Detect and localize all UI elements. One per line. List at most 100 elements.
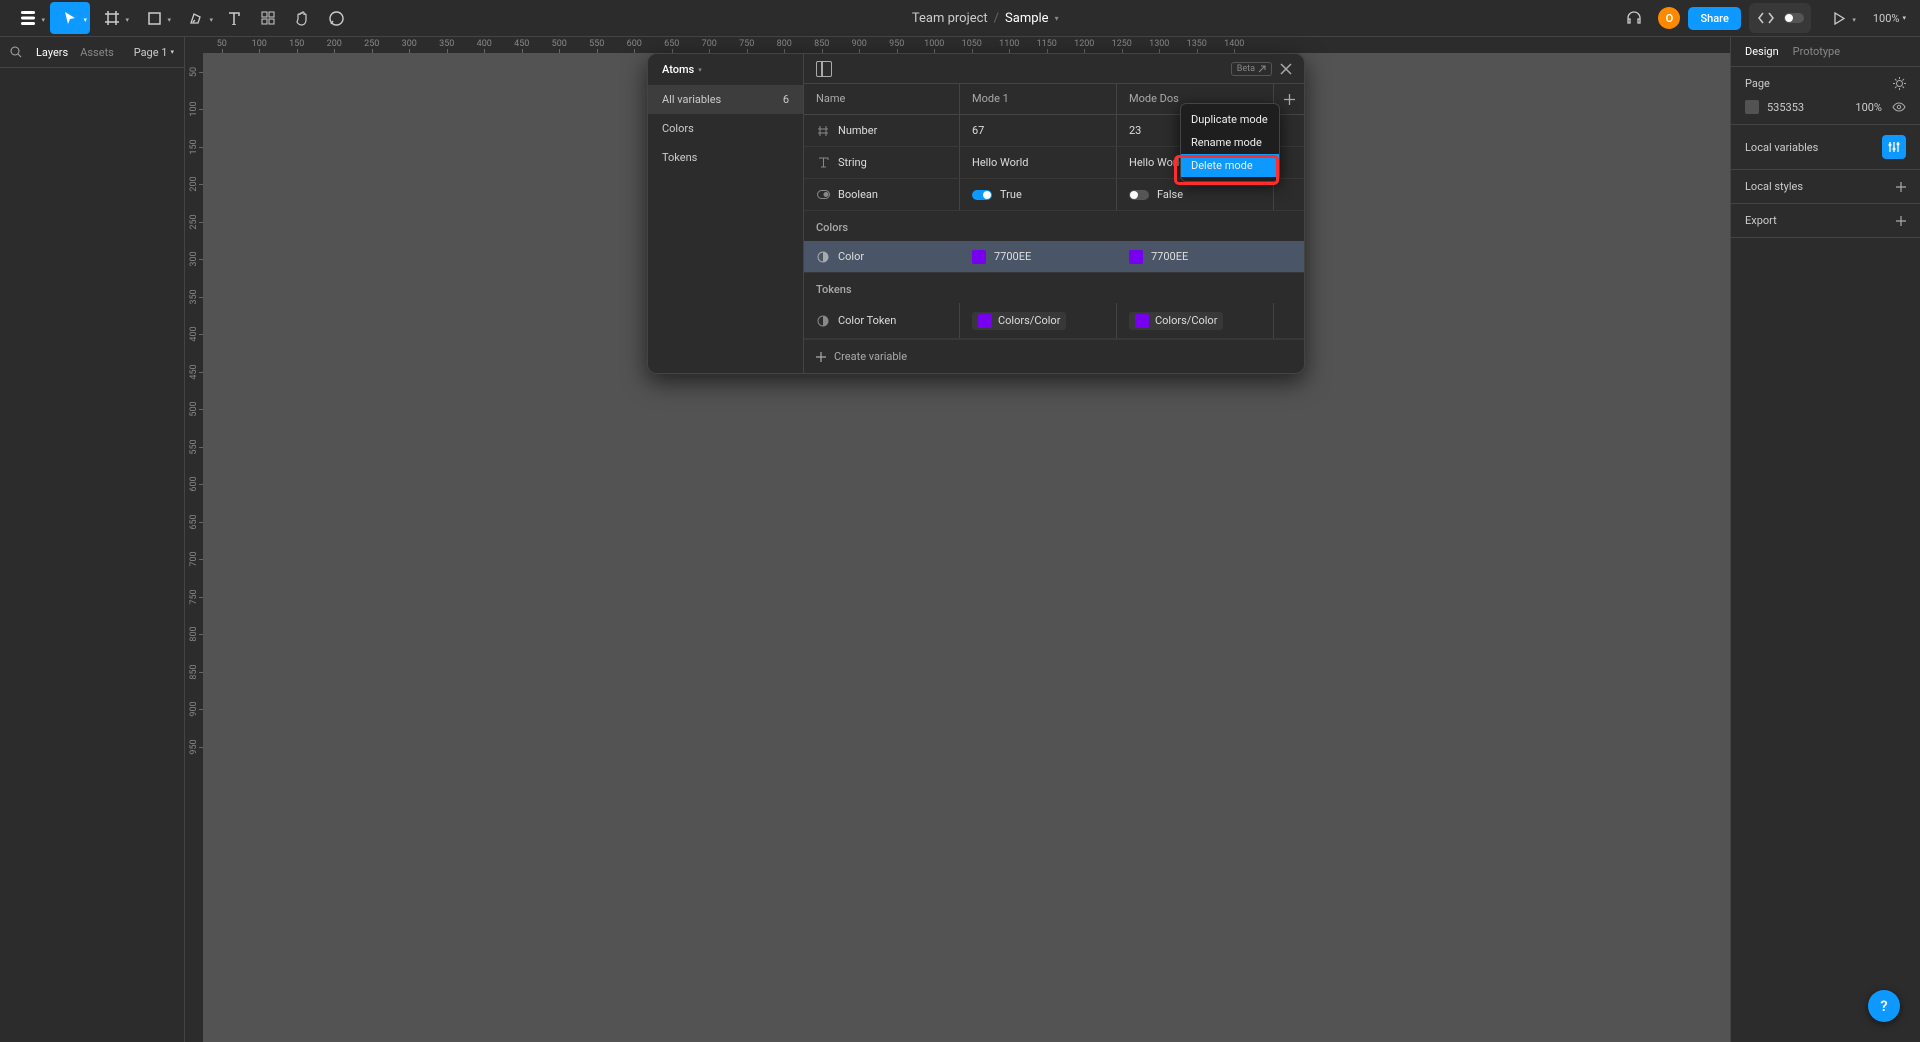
cell-value[interactable]: 67 bbox=[960, 115, 1117, 146]
pen-tool-button[interactable]: ▾ bbox=[176, 2, 216, 34]
tab-prototype[interactable]: Prototype bbox=[1793, 45, 1840, 58]
ruler-tick: 550 bbox=[578, 37, 616, 53]
group-header-colors: Colors bbox=[804, 211, 1304, 241]
help-button[interactable]: ? bbox=[1868, 990, 1900, 1022]
ruler-tick: 850 bbox=[803, 37, 841, 53]
resources-button[interactable] bbox=[252, 2, 284, 34]
color-swatch bbox=[1129, 250, 1143, 264]
section-title: Export bbox=[1745, 214, 1777, 227]
dev-mode-toggle[interactable] bbox=[1780, 6, 1808, 30]
create-variable-button[interactable]: Create variable bbox=[804, 340, 1304, 373]
ruler-tick: 150 bbox=[185, 128, 203, 166]
tab-layers[interactable]: Layers bbox=[36, 46, 68, 59]
variables-sidebar: Atoms ▾ All variables 6 Colors Tokens bbox=[648, 54, 804, 373]
tab-design[interactable]: Design bbox=[1745, 45, 1779, 58]
ruler-tick: 450 bbox=[185, 353, 203, 391]
present-button[interactable]: ▾ bbox=[1819, 2, 1859, 34]
color-type-icon bbox=[816, 251, 830, 263]
dev-mode-button[interactable] bbox=[1752, 6, 1780, 30]
chevron-down-icon: ▾ bbox=[209, 16, 213, 24]
ruler-tick: 250 bbox=[353, 37, 391, 53]
beta-badge[interactable]: Beta bbox=[1231, 62, 1272, 76]
horizontal-ruler: 5010015020025030035040045050055060065070… bbox=[203, 37, 1730, 53]
open-variables-button[interactable] bbox=[1882, 135, 1906, 159]
hand-icon bbox=[295, 11, 309, 26]
ruler-tick: 800 bbox=[766, 37, 804, 53]
chevron-down-icon: ▾ bbox=[1902, 14, 1906, 22]
ruler-tick: 500 bbox=[185, 391, 203, 429]
resources-icon bbox=[261, 11, 275, 25]
section-title: Page bbox=[1745, 77, 1770, 90]
add-export-button[interactable] bbox=[1896, 216, 1906, 226]
text-tool-button[interactable] bbox=[218, 2, 250, 34]
cell-value[interactable]: 7700EE bbox=[960, 241, 1117, 272]
hand-tool-button[interactable] bbox=[286, 2, 318, 34]
ruler-tick: 100 bbox=[185, 91, 203, 129]
variable-name: Color Token bbox=[838, 314, 896, 327]
close-button[interactable] bbox=[1280, 63, 1292, 75]
variable-row-color-token[interactable]: Color Token Colors/Color Colors/Color bbox=[804, 303, 1304, 339]
number-type-icon bbox=[816, 125, 830, 137]
share-button[interactable]: Share bbox=[1688, 7, 1740, 30]
section-title: Local styles bbox=[1745, 180, 1803, 193]
sidebar-item-tokens[interactable]: Tokens bbox=[648, 143, 803, 172]
user-avatar[interactable]: O bbox=[1658, 7, 1680, 29]
beta-label: Beta bbox=[1237, 64, 1255, 74]
section-local-variables: Local variables bbox=[1731, 125, 1920, 170]
ruler-tick: 100 bbox=[241, 37, 279, 53]
cell-value[interactable]: False bbox=[1117, 179, 1274, 210]
cell-value[interactable]: Colors/Color bbox=[1117, 303, 1274, 338]
sidebar-item-colors[interactable]: Colors bbox=[648, 114, 803, 143]
close-icon bbox=[1280, 63, 1292, 75]
comment-tool-button[interactable] bbox=[320, 2, 352, 34]
section-page: Page 535353 100% bbox=[1731, 67, 1920, 125]
toolbar-right-group: O Share ▾ 100% ▾ bbox=[1618, 2, 1912, 34]
menu-item-delete-mode[interactable]: Delete mode bbox=[1181, 154, 1279, 177]
cell-value[interactable]: Colors/Color bbox=[960, 303, 1117, 338]
zoom-control[interactable]: 100% ▾ bbox=[1867, 12, 1912, 25]
move-tool-button[interactable]: ▾ bbox=[50, 2, 90, 34]
shape-tool-button[interactable]: ▾ bbox=[134, 2, 174, 34]
color-swatch bbox=[1745, 100, 1759, 114]
variable-name: String bbox=[838, 156, 867, 169]
chevron-down-icon: ▾ bbox=[83, 16, 87, 24]
file-title-group[interactable]: Team project / Sample ▾ bbox=[912, 11, 1059, 26]
ruler-tick: 350 bbox=[428, 37, 466, 53]
chevron-down-icon: ▾ bbox=[1055, 14, 1059, 23]
variable-row-boolean[interactable]: Boolean True False bbox=[804, 179, 1304, 211]
add-style-button[interactable] bbox=[1896, 182, 1906, 192]
frame-tool-button[interactable]: ▾ bbox=[92, 2, 132, 34]
column-header-mode1[interactable]: Mode 1 bbox=[960, 84, 1117, 114]
ruler-tick: 550 bbox=[185, 428, 203, 466]
boolean-label: False bbox=[1157, 188, 1183, 201]
toolbar-left-group: ▾ ▾ ▾ ▾ ▾ bbox=[8, 2, 352, 34]
audio-button[interactable] bbox=[1618, 2, 1650, 34]
search-button[interactable] bbox=[10, 46, 24, 58]
settings-button[interactable] bbox=[1893, 77, 1906, 90]
tab-assets[interactable]: Assets bbox=[80, 46, 114, 59]
color-swatch bbox=[1135, 314, 1149, 328]
page-selector[interactable]: Page 1 ▾ bbox=[134, 46, 174, 59]
collection-selector[interactable]: Atoms ▾ bbox=[648, 54, 803, 85]
avatar-initial: O bbox=[1666, 12, 1674, 25]
variable-name: Number bbox=[838, 124, 877, 137]
menu-item-rename-mode[interactable]: Rename mode bbox=[1181, 131, 1279, 154]
pen-icon bbox=[189, 11, 203, 25]
sidebar-item-all-variables[interactable]: All variables 6 bbox=[648, 85, 803, 114]
main-menu-button[interactable]: ▾ bbox=[8, 2, 48, 34]
alias-path: Colors/Color bbox=[1155, 314, 1217, 327]
cell-value[interactable]: 7700EE bbox=[1117, 241, 1274, 272]
background-color-row[interactable]: 535353 100% bbox=[1745, 100, 1906, 114]
variable-row-color[interactable]: Color 7700EE 7700EE bbox=[804, 241, 1304, 273]
cell-value[interactable]: Hello World bbox=[960, 147, 1117, 178]
text-icon bbox=[228, 12, 240, 25]
visibility-toggle[interactable] bbox=[1892, 100, 1906, 114]
color-swatch bbox=[972, 250, 986, 264]
menu-item-duplicate-mode[interactable]: Duplicate mode bbox=[1181, 108, 1279, 131]
comment-icon bbox=[329, 11, 344, 26]
chevron-down-icon: ▾ bbox=[1852, 16, 1856, 24]
section-title: Local variables bbox=[1745, 141, 1818, 154]
cell-value[interactable]: True bbox=[960, 179, 1117, 210]
ruler-tick: 50 bbox=[203, 37, 241, 53]
panel-layout-icon[interactable] bbox=[816, 61, 832, 77]
